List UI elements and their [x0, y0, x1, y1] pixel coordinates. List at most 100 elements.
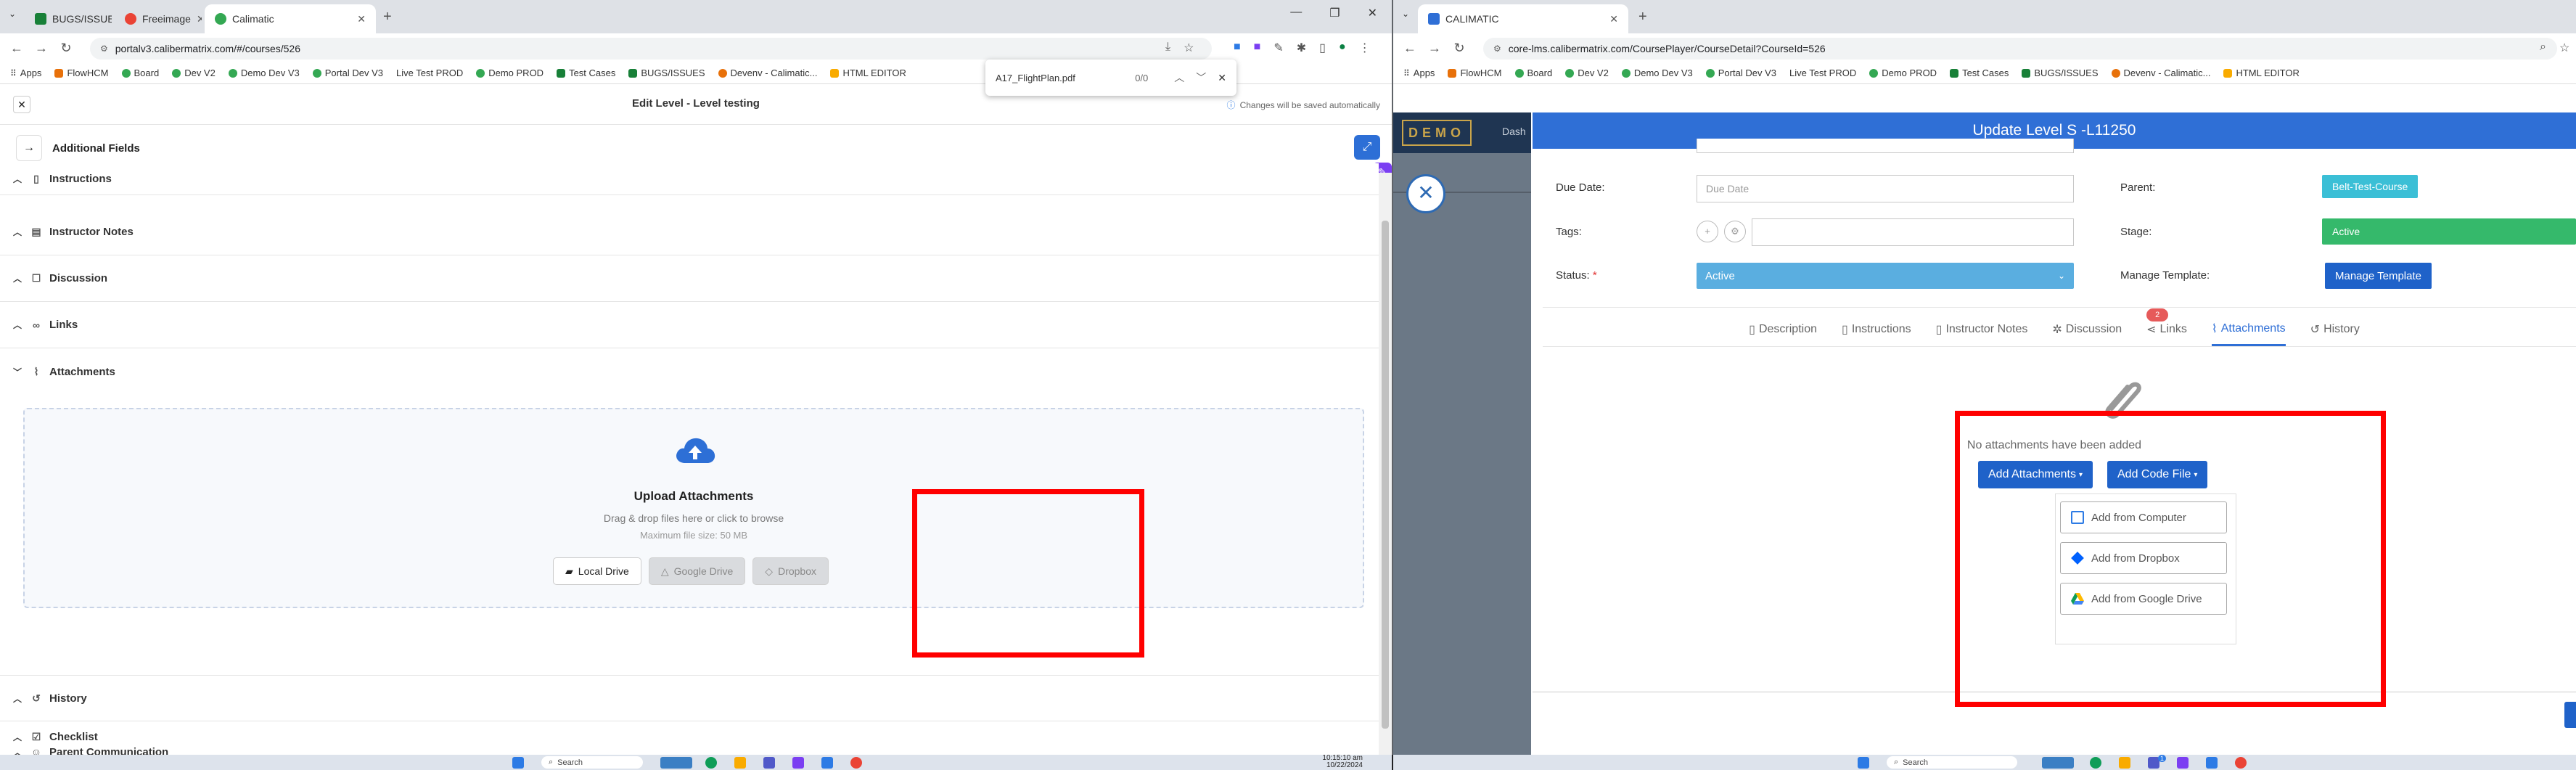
extensions-puzzle-icon[interactable]: ✱	[1297, 41, 1306, 55]
windows-start-icon[interactable]	[512, 757, 524, 769]
back-icon[interactable]: ←	[4, 41, 29, 56]
site-info-icon[interactable]: ⚙	[1493, 44, 1501, 54]
local-drive-button[interactable]: ▰ Local Drive	[553, 557, 641, 585]
address-bar[interactable]: ⚙ core-lms.calibermatrix.com/CoursePlaye…	[1483, 38, 2557, 60]
visual-studio-icon[interactable]	[2177, 757, 2189, 769]
section-instructions[interactable]: ︿ ▯ Instructions	[0, 163, 1379, 195]
close-window-icon[interactable]: ✕	[1368, 6, 1377, 20]
reload-icon[interactable]: ↻	[54, 41, 78, 56]
windows-start-icon[interactable]	[1858, 757, 1869, 769]
bookmark-html-editor[interactable]: HTML EDITOR	[2223, 67, 2300, 78]
new-tab-icon[interactable]: +	[1638, 9, 1647, 25]
sidepanel-icon[interactable]: ▯	[1319, 41, 1326, 55]
status-select[interactable]: Active ⌄	[1697, 263, 2074, 289]
zoom-icon[interactable]: ⌕	[2540, 41, 2546, 55]
address-bar[interactable]: ⚙ portalv3.calibermatrix.com/#/courses/5…	[90, 38, 1212, 60]
tab-attachments[interactable]: ⌇ Attachments	[2211, 313, 2286, 346]
teams-icon[interactable]	[763, 757, 775, 769]
new-tab-icon[interactable]: +	[383, 9, 392, 25]
bookmark-bugs-issues[interactable]: BUGS/ISSUES	[628, 67, 705, 78]
extension-icon[interactable]: ■	[1254, 41, 1261, 55]
due-date-input[interactable]: Due Date	[1697, 175, 2074, 202]
extension-icon[interactable]: ✎	[1273, 41, 1283, 55]
bookmark-demo-dev-v3[interactable]: Demo Dev V3	[228, 67, 300, 78]
find-prev-icon[interactable]: ︿	[1174, 70, 1184, 85]
profile-avatar-icon[interactable]: ●	[1339, 41, 1346, 55]
bookmark-board[interactable]: Board	[121, 67, 159, 78]
extension-icon[interactable]: ■	[1234, 41, 1241, 55]
vscode-icon[interactable]	[821, 757, 833, 769]
edge-icon[interactable]	[2090, 757, 2101, 769]
upload-dropzone[interactable]: Upload Attachments Drag & drop files her…	[23, 408, 1364, 608]
menu-kebab-icon[interactable]: ⋮	[1359, 41, 1371, 55]
arrow-right-icon[interactable]: →	[16, 135, 42, 161]
chrome-icon[interactable]	[2235, 757, 2247, 769]
tab-freeimage[interactable]: Freeimage ✕	[115, 4, 202, 33]
find-input[interactable]: A17_FlightPlan.pdf	[996, 73, 1135, 83]
find-next-icon[interactable]: ﹀	[1196, 70, 1206, 85]
restore-icon[interactable]: ❐	[1329, 6, 1340, 20]
bookmark-bugs-issues[interactable]: BUGS/ISSUES	[2022, 67, 2099, 78]
dropbox-button[interactable]: ◇ Dropbox	[752, 557, 829, 585]
bookmark-board[interactable]: Board	[1514, 67, 1552, 78]
section-discussion[interactable]: ︿ ☐ Discussion	[0, 255, 1379, 302]
tab-search-icon[interactable]: ⌄	[9, 9, 16, 19]
back-icon[interactable]: ←	[1398, 41, 1422, 56]
section-attachments[interactable]: ﹀ ⌇ Attachments	[0, 348, 1379, 395]
taskbar-search[interactable]: ⌕ Search	[541, 756, 643, 769]
bookmark-portal-dev-v3[interactable]: Portal Dev V3	[312, 67, 383, 78]
bookmark-demo-prod[interactable]: Demo PROD	[476, 67, 543, 78]
widget-icon[interactable]	[660, 757, 692, 769]
find-close-icon[interactable]: ✕	[1218, 72, 1226, 84]
section-instructor-notes[interactable]: ︿ ▤ Instructor Notes	[0, 209, 1379, 255]
expand-icon[interactable]: ⤢	[1354, 135, 1380, 160]
section-history[interactable]: ︿ ↺ History	[0, 675, 1379, 721]
minimize-icon[interactable]: —	[1290, 6, 1302, 20]
forward-icon[interactable]: →	[1422, 41, 1447, 56]
google-drive-button[interactable]: △ Google Drive	[648, 557, 746, 585]
site-info-icon[interactable]: ⚙	[100, 44, 108, 54]
tag-settings-icon[interactable]: ⚙	[1724, 221, 1746, 242]
reload-icon[interactable]: ↻	[1447, 41, 1472, 56]
top-field-partial[interactable]	[1697, 139, 2074, 153]
chrome-icon[interactable]	[850, 757, 862, 769]
download-icon[interactable]: ⤓	[1165, 41, 1170, 55]
vscode-icon[interactable]	[2206, 757, 2218, 769]
bookmark-live-test-prod[interactable]: Live Test PROD	[396, 67, 463, 78]
bookmark-apps[interactable]: ⠿ Apps	[1403, 67, 1435, 78]
bookmark-flowhcm[interactable]: FlowHCM	[54, 67, 109, 78]
bookmark-star-icon[interactable]: ☆	[2559, 41, 2569, 55]
bookmark-demo-dev-v3[interactable]: Demo Dev V3	[1621, 67, 1693, 78]
section-parent-communication[interactable]: ︿ ☺ Parent Communication	[0, 746, 1379, 755]
tab-calimatic[interactable]: Calimatic ✕	[205, 4, 376, 33]
tab-calimatic[interactable]: CALIMATIC ✕	[1418, 4, 1628, 33]
visual-studio-icon[interactable]	[792, 757, 804, 769]
footer-action-button[interactable]	[2564, 702, 2576, 728]
tab-history[interactable]: ↺ History	[2310, 313, 2360, 346]
tab-instructor-notes[interactable]: ▯ Instructor Notes	[1936, 313, 2028, 346]
bookmark-dev-v2[interactable]: Dev V2	[172, 67, 216, 78]
file-explorer-icon[interactable]	[2119, 757, 2130, 769]
bookmark-apps[interactable]: ⠿ Apps	[10, 67, 41, 78]
nav-dashboard[interactable]: Dash	[1502, 126, 1526, 137]
bookmark-flowhcm[interactable]: FlowHCM	[1448, 67, 1502, 78]
scrollbar-thumb[interactable]	[1382, 221, 1389, 729]
parent-value[interactable]: Belt-Test-Course	[2322, 175, 2419, 198]
bookmark-html-editor[interactable]: HTML EDITOR	[830, 67, 906, 78]
tags-input[interactable]	[1752, 218, 2074, 246]
bookmark-star-icon[interactable]: ☆	[1184, 41, 1194, 55]
widget-icon[interactable]	[2042, 757, 2074, 769]
bookmark-dev-v2[interactable]: Dev V2	[1565, 67, 1609, 78]
stage-value[interactable]: Active	[2322, 218, 2576, 245]
tab-description[interactable]: ▯ Description	[1749, 313, 1817, 346]
bookmark-live-test-prod[interactable]: Live Test PROD	[1789, 67, 1856, 78]
bookmark-test-cases[interactable]: Test Cases	[1950, 67, 2009, 78]
forward-icon[interactable]: →	[29, 41, 54, 56]
bookmark-devenv[interactable]: Devenv - Calimatic...	[718, 67, 817, 78]
close-icon[interactable]: ✕	[197, 13, 202, 25]
modal-close-icon[interactable]: ✕	[1406, 174, 1445, 213]
add-tag-icon[interactable]: +	[1697, 221, 1718, 242]
tab-discussion[interactable]: ✲ Discussion	[2052, 313, 2122, 346]
tab-search-icon[interactable]: ⌄	[1402, 9, 1409, 19]
taskbar-search[interactable]: ⌕ Search	[1887, 756, 2017, 769]
